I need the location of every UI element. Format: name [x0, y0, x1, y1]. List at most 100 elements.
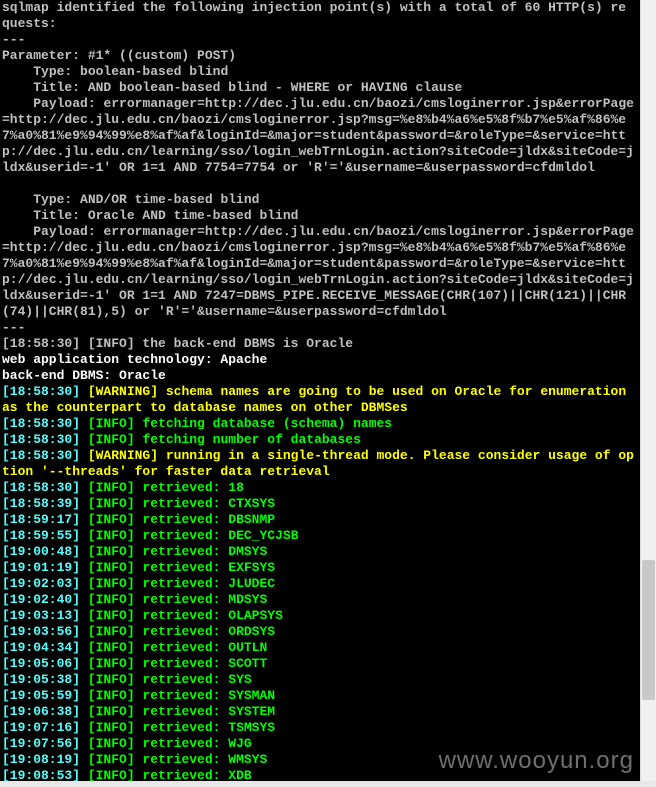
ts: [19:08:53] — [2, 768, 80, 781]
info-tag: [INFO] — [88, 496, 135, 511]
retrieved-label: retrieved: — [142, 688, 220, 703]
ts: [18:58:30] — [2, 448, 80, 463]
sep: --- — [2, 320, 25, 335]
ts: [19:03:13] — [2, 608, 80, 623]
retrieved-label: retrieved: — [142, 752, 220, 767]
info-tag: [INFO] — [88, 736, 135, 751]
retrieved-value: WJG — [228, 736, 251, 751]
retrieved-value: 18 — [228, 480, 244, 495]
retrieved-value: MDSYS — [228, 592, 267, 607]
ts: [19:00:48] — [2, 544, 80, 559]
retrieved-value: CTXSYS — [228, 496, 275, 511]
info-tag: [INFO] — [88, 512, 135, 527]
webtech-line: web application technology: Apache — [2, 352, 267, 367]
ts: [18:59:17] — [2, 512, 80, 527]
header-line: quests: — [2, 16, 57, 31]
terminal-output: sqlmap identified the following injectio… — [0, 0, 641, 781]
ts: [18:58:30] — [2, 416, 80, 431]
retrieved-label: retrieved: — [142, 704, 220, 719]
retrieved-value: OUTLN — [228, 640, 267, 655]
retrieved-label: retrieved: — [142, 480, 220, 495]
info-tag: [INFO] — [88, 704, 135, 719]
info-tag: [INFO] — [88, 640, 135, 655]
retrieved-label: retrieved: — [142, 560, 220, 575]
ts: [18:59:55] — [2, 528, 80, 543]
retrieved-value: WMSYS — [228, 752, 267, 767]
dbms-line: [18:58:30] [INFO] the back-end DBMS is O… — [2, 336, 353, 351]
retrieved-label: retrieved: — [142, 768, 220, 781]
retrieved-value: ORDSYS — [228, 624, 275, 639]
scrollbar-thumb[interactable] — [642, 560, 655, 700]
info-tag: [INFO] — [88, 688, 135, 703]
retrieved-value: DEC_YCJSB — [228, 528, 298, 543]
info-text: fetching number of databases — [142, 432, 360, 447]
info-tag: [INFO] — [88, 544, 135, 559]
inj-type: Type: boolean-based blind — [2, 64, 228, 79]
retrieved-label: retrieved: — [142, 608, 220, 623]
header-line: sqlmap identified the following injectio… — [2, 0, 626, 15]
payload-label: Payload: — [2, 96, 103, 111]
ts: [19:05:38] — [2, 672, 80, 687]
warning-tag: [WARNING] — [88, 448, 158, 463]
retrieved-value: TSMSYS — [228, 720, 275, 735]
warning-tag: [WARNING] — [88, 384, 158, 399]
app-viewport: sqlmap identified the following injectio… — [0, 0, 656, 787]
bottom-strip — [0, 781, 656, 787]
retrieved-value: SYSTEM — [228, 704, 275, 719]
ts: [19:02:03] — [2, 576, 80, 591]
info-tag: [INFO] — [88, 576, 135, 591]
info-tag: [INFO] — [88, 480, 135, 495]
info-tag: [INFO] — [88, 528, 135, 543]
ts: [19:06:38] — [2, 704, 80, 719]
retrieved-label: retrieved: — [142, 496, 220, 511]
retrieved-label: retrieved: — [142, 512, 220, 527]
retrieved-label: retrieved: — [142, 640, 220, 655]
info-tag: [INFO] — [88, 416, 135, 431]
retrieved-value: OLAPSYS — [228, 608, 283, 623]
ts: [19:05:59] — [2, 688, 80, 703]
retrieved-label: retrieved: — [142, 656, 220, 671]
info-tag: [INFO] — [88, 608, 135, 623]
info-tag: [INFO] — [88, 672, 135, 687]
inj-type: Type: AND/OR time-based blind — [2, 192, 259, 207]
ts: [19:07:56] — [2, 736, 80, 751]
ts: [18:58:30] — [2, 384, 80, 399]
info-text: fetching database (schema) names — [142, 416, 392, 431]
payload-label: Payload: — [2, 224, 103, 239]
info-tag: [INFO] — [88, 560, 135, 575]
info-tag: [INFO] — [88, 768, 135, 781]
inj-title: Title: Oracle AND time-based blind — [2, 208, 298, 223]
retrieved-value: EXFSYS — [228, 560, 275, 575]
ts: [18:58:30] — [2, 432, 80, 447]
ts: [18:58:30] — [2, 480, 80, 495]
backend-line: back-end DBMS: Oracle — [2, 368, 166, 383]
parameter-line: Parameter: #1* ((custom) POST) — [2, 48, 236, 63]
retrieved-value: SCOTT — [228, 656, 267, 671]
info-tag: [INFO] — [88, 592, 135, 607]
ts: [19:05:06] — [2, 656, 80, 671]
retrieved-value: JLUDEC — [228, 576, 275, 591]
retrieved-label: retrieved: — [142, 624, 220, 639]
retrieved-value: DBSNMP — [228, 512, 275, 527]
info-tag: [INFO] — [88, 432, 135, 447]
retrieved-label: retrieved: — [142, 576, 220, 591]
retrieved-value: SYSMAN — [228, 688, 275, 703]
retrieved-label: retrieved: — [142, 544, 220, 559]
retrieved-value: DMSYS — [228, 544, 267, 559]
sep: --- — [2, 32, 25, 47]
info-tag: [INFO] — [88, 720, 135, 735]
info-tag: [INFO] — [88, 752, 135, 767]
ts: [19:01:19] — [2, 560, 80, 575]
retrieved-value: SYS — [228, 672, 251, 687]
ts: [18:58:39] — [2, 496, 80, 511]
retrieved-label: retrieved: — [142, 736, 220, 751]
ts: [19:04:34] — [2, 640, 80, 655]
retrieved-value: XDB — [228, 768, 251, 781]
ts: [19:03:56] — [2, 624, 80, 639]
vertical-scrollbar[interactable] — [640, 0, 656, 781]
ts: [19:07:16] — [2, 720, 80, 735]
retrieved-label: retrieved: — [142, 528, 220, 543]
ts: [19:02:40] — [2, 592, 80, 607]
retrieved-label: retrieved: — [142, 672, 220, 687]
inj-title: Title: AND boolean-based blind - WHERE o… — [2, 80, 462, 95]
